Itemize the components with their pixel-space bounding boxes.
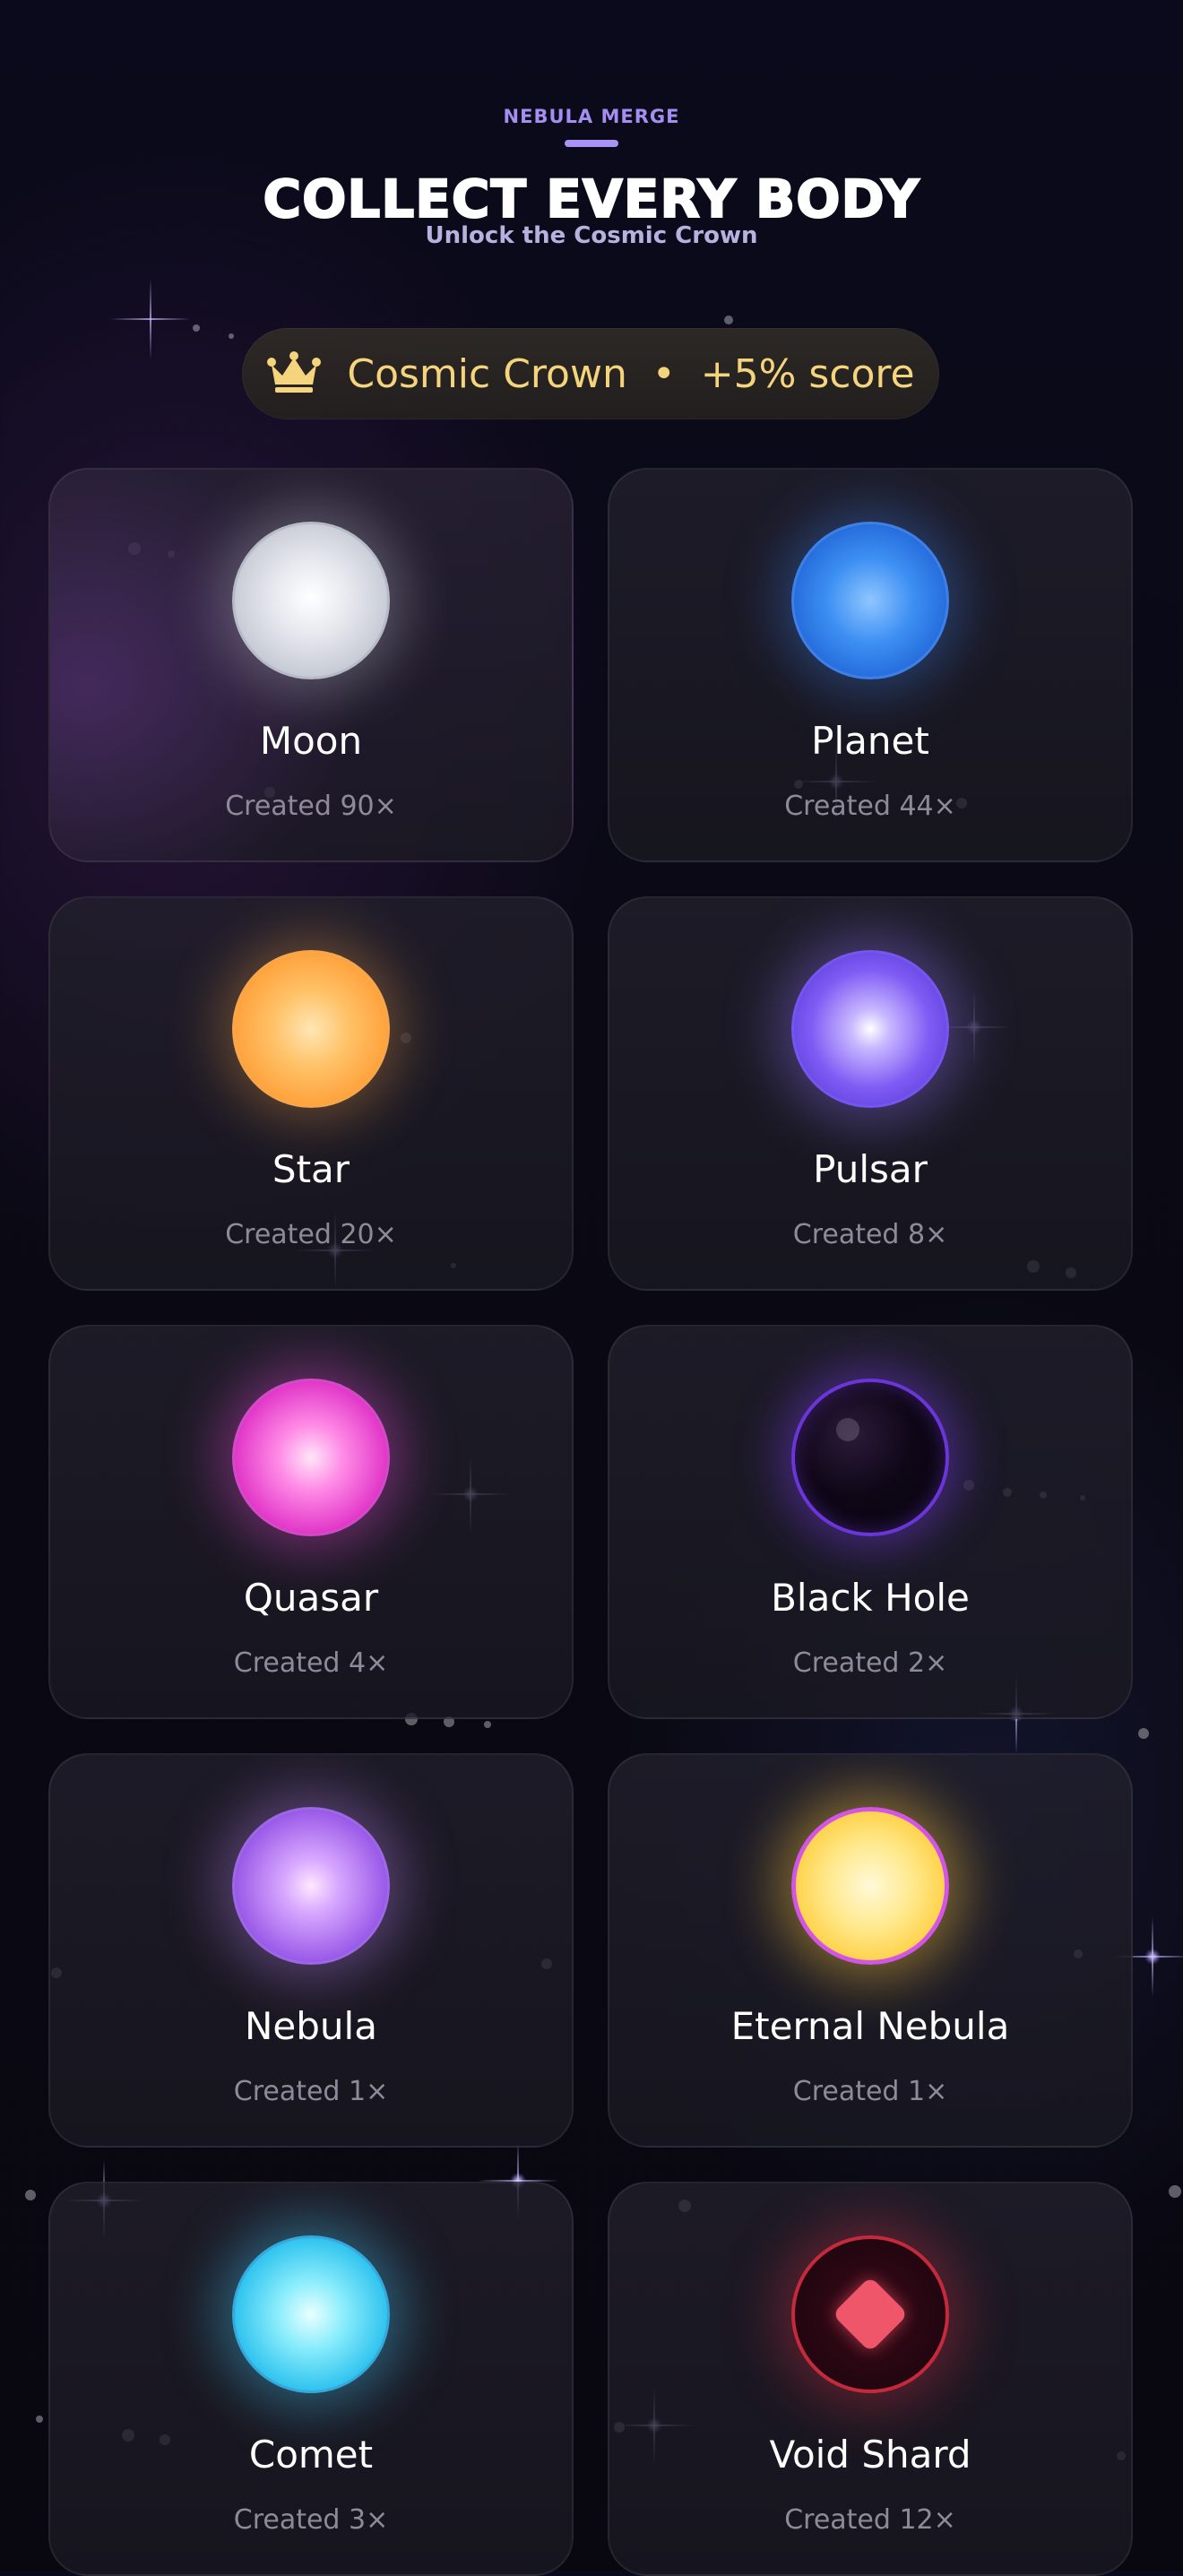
body-name: Void Shard (769, 2433, 971, 2477)
body-card-star[interactable]: Star Created 20× (48, 896, 574, 1291)
body-created-count: Created 44× (784, 791, 956, 822)
body-card-black-hole[interactable]: Black Hole Created 2× (608, 1325, 1133, 1719)
body-card-nebula[interactable]: Nebula Created 1× (48, 1753, 574, 2148)
body-card-pulsar[interactable]: Pulsar Created 8× (608, 896, 1133, 1291)
body-name: Quasar (243, 1576, 379, 1620)
body-card-void-shard[interactable]: Void Shard Created 12× (608, 2182, 1133, 2576)
body-name: Pulsar (813, 1147, 928, 1191)
body-card-comet[interactable]: Comet Created 3× (48, 2182, 574, 2576)
quasar-orb-icon (232, 1379, 390, 1536)
body-card-moon[interactable]: Moon Created 90× (48, 468, 574, 862)
body-created-count: Created 90× (225, 791, 397, 822)
collection-grid: Moon Created 90× Planet Created 44× Star… (48, 468, 1133, 2576)
body-created-count: Created 8× (792, 1219, 948, 1250)
diamond-icon (832, 2276, 909, 2353)
body-created-count: Created 4× (233, 1647, 389, 1679)
page-subtitle: Unlock the Cosmic Crown (425, 222, 758, 249)
nebula-orb-icon (232, 1807, 390, 1965)
eyebrow-divider (565, 140, 618, 147)
body-created-count: Created 1× (792, 2076, 948, 2107)
body-card-eternal-nebula[interactable]: Eternal Nebula Created 1× (608, 1753, 1133, 2148)
pulsar-orb-icon (791, 950, 949, 1108)
body-created-count: Created 12× (784, 2504, 956, 2536)
body-created-count: Created 2× (792, 1647, 948, 1679)
void-shard-orb-icon (791, 2235, 949, 2393)
page-title: COLLECT EVERY BODY (263, 168, 920, 230)
crown-icon (267, 351, 322, 393)
moon-orb-icon (232, 522, 390, 679)
body-name: Moon (259, 719, 363, 763)
body-name: Planet (811, 719, 929, 763)
black-hole-orb-icon (791, 1379, 949, 1536)
body-card-quasar[interactable]: Quasar Created 4× (48, 1325, 574, 1719)
header: NEBULA MERGE COLLECT EVERY BODY Unlock t… (0, 0, 1183, 269)
game-eyebrow: NEBULA MERGE (503, 106, 680, 127)
body-name: Comet (248, 2433, 374, 2477)
body-name: Nebula (245, 2004, 377, 2048)
eternal-nebula-orb-icon (791, 1807, 949, 1965)
cosmic-crown-reward-badge: Cosmic Crown • +5% score (242, 328, 939, 419)
body-name: Eternal Nebula (730, 2004, 1010, 2048)
body-created-count: Created 3× (233, 2504, 389, 2536)
body-name: Star (272, 1147, 350, 1191)
planet-orb-icon (791, 522, 949, 679)
body-created-count: Created 1× (233, 2076, 389, 2107)
reward-label: Cosmic Crown • +5% score (347, 350, 915, 397)
body-name: Black Hole (771, 1576, 970, 1620)
comet-orb-icon (232, 2235, 390, 2393)
body-card-planet[interactable]: Planet Created 44× (608, 468, 1133, 862)
body-created-count: Created 20× (225, 1219, 397, 1250)
star-orb-icon (232, 950, 390, 1108)
